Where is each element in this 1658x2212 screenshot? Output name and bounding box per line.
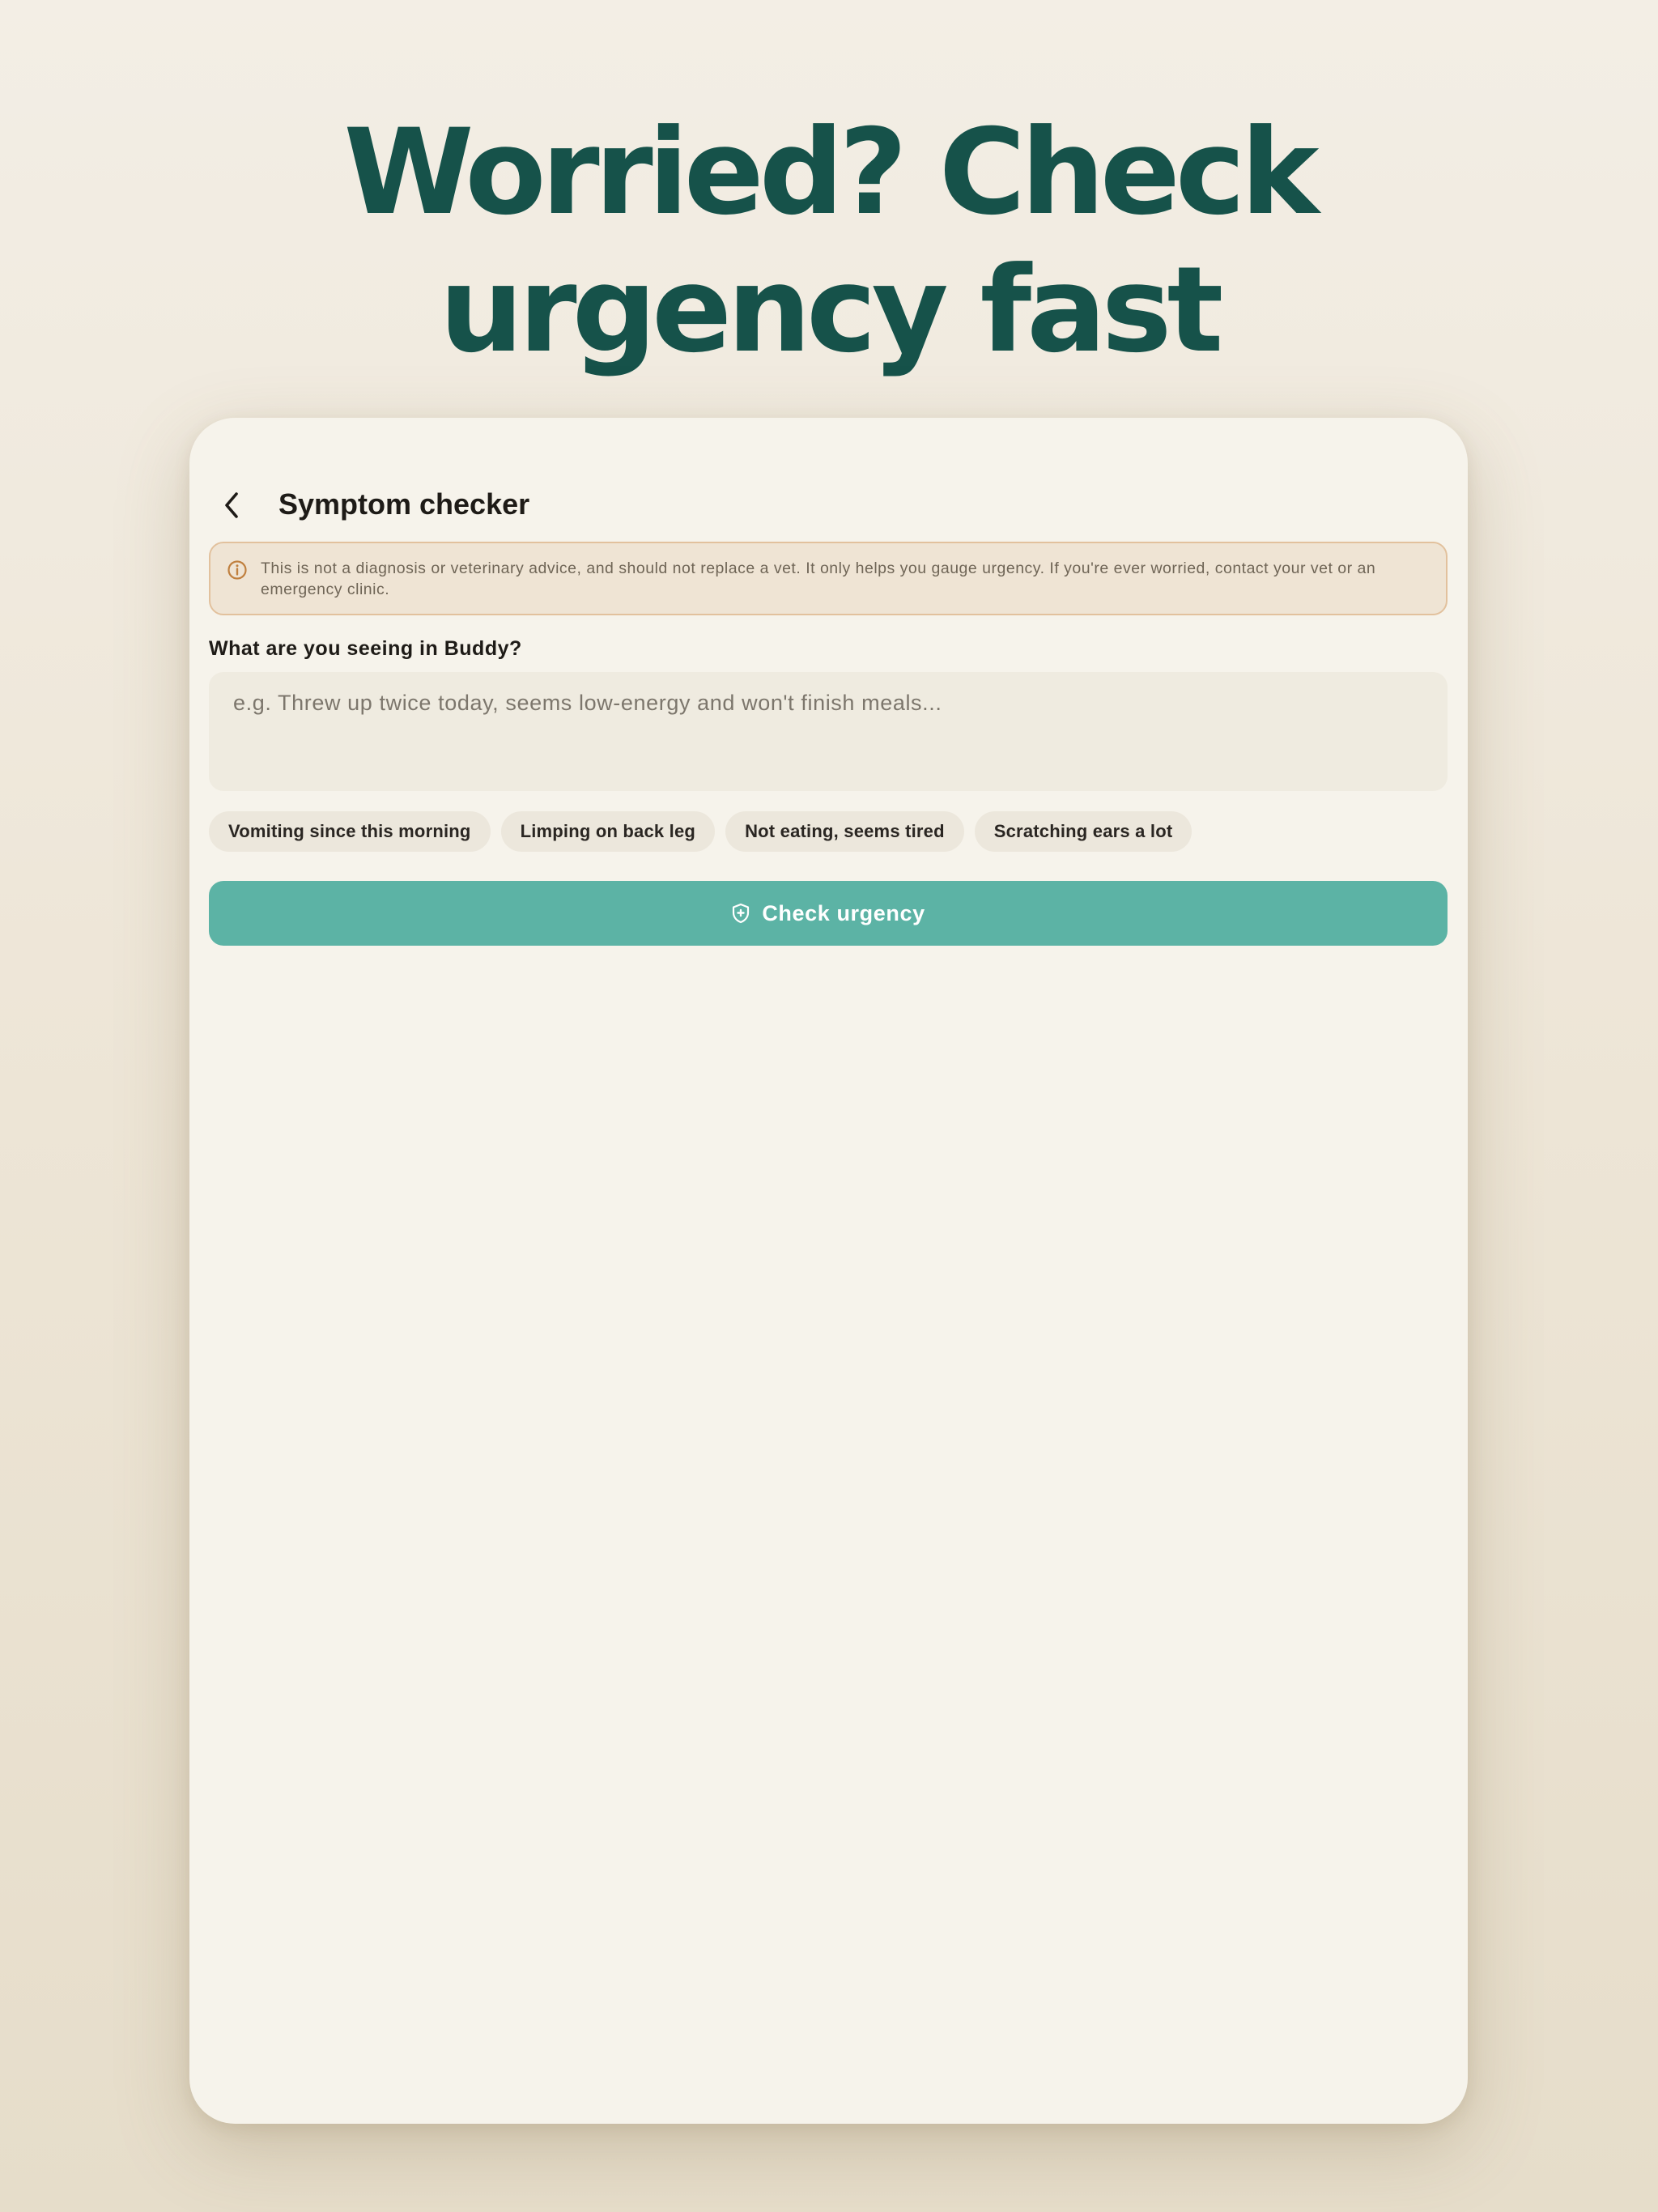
- suggestion-chip-not-eating[interactable]: Not eating, seems tired: [725, 811, 964, 852]
- symptom-question-label: What are you seeing in Buddy?: [209, 637, 522, 660]
- back-button[interactable]: [206, 479, 257, 531]
- app-screen: Symptom checker This is not a diagnosis …: [189, 418, 1468, 2124]
- symptom-description-input[interactable]: [209, 672, 1448, 791]
- shield-plus-icon: [731, 903, 750, 924]
- chevron-left-icon: [225, 492, 238, 518]
- marketing-headline: Worried? Check urgency fast: [0, 104, 1658, 379]
- navigation-bar: Symptom checker: [189, 468, 1468, 541]
- check-urgency-button[interactable]: Check urgency: [209, 881, 1448, 946]
- suggestion-chip-vomiting[interactable]: Vomiting since this morning: [209, 811, 491, 852]
- suggestion-chip-limping[interactable]: Limping on back leg: [500, 811, 716, 852]
- check-urgency-label: Check urgency: [762, 900, 925, 925]
- disclaimer-text: This is not a diagnosis or veterinary ad…: [261, 559, 1376, 598]
- screen-title: Symptom checker: [278, 487, 530, 521]
- suggestion-chips: Vomiting since this morning Limping on b…: [209, 811, 1192, 852]
- info-circle-icon: [227, 560, 247, 580]
- suggestion-chip-scratching-ears[interactable]: Scratching ears a lot: [974, 811, 1192, 852]
- headline-line-1: Worried? Check: [343, 104, 1320, 241]
- headline-line-2: urgency fast: [439, 241, 1224, 379]
- disclaimer-banner: This is not a diagnosis or veterinary ad…: [209, 542, 1448, 615]
